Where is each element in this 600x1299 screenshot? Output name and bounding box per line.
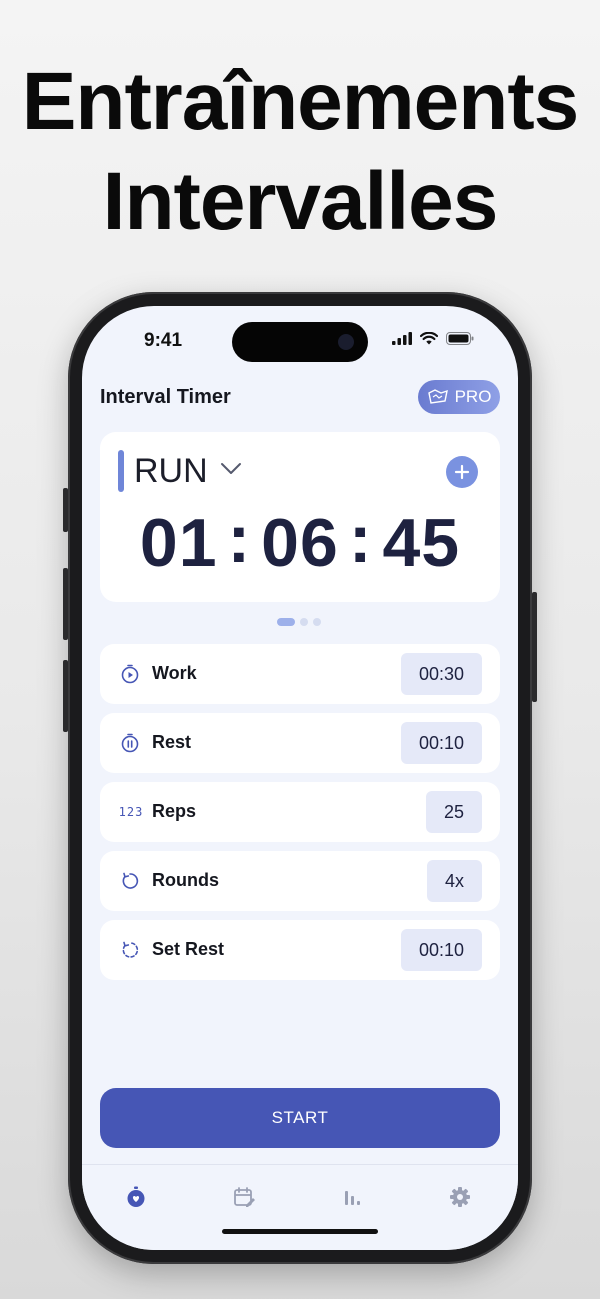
setting-value-rounds[interactable]: 4x (426, 860, 482, 902)
setting-row-rest[interactable]: Rest 00:10 (100, 713, 500, 773)
calendar-edit-icon (234, 1187, 255, 1207)
numbers-icon-text: 123 (118, 805, 144, 819)
phone-screen: 9:41 Interval Timer PRO RUN 01: 06: 45… (82, 306, 518, 1250)
setting-row-rounds[interactable]: Rounds 4x (100, 851, 500, 911)
plus-icon (454, 464, 470, 480)
app-title: Interval Timer (100, 386, 231, 408)
battery-icon (446, 332, 474, 345)
timer-separator: : (348, 501, 373, 577)
chevron-down-icon[interactable] (220, 462, 242, 476)
timer-seconds: 45 (382, 505, 461, 581)
setting-label: Work (152, 663, 197, 683)
volume-up-button (63, 568, 68, 640)
workout-color-bar (118, 450, 124, 492)
numbers-icon: 123 (118, 802, 144, 822)
volume-down-button (63, 660, 68, 732)
timer-minutes: 06 (261, 505, 339, 581)
phone-frame: 9:41 Interval Timer PRO RUN 01: 06: 45… (63, 292, 537, 1264)
setting-value-set-rest[interactable]: 00:10 (400, 929, 482, 971)
wifi-icon (420, 332, 438, 345)
signal-icon (392, 332, 412, 345)
pro-button[interactable]: PRO (418, 380, 500, 414)
status-icons (392, 332, 474, 345)
camera-icon (338, 334, 354, 350)
setting-label: Reps (152, 801, 197, 821)
page-dot[interactable] (313, 618, 321, 626)
add-workout-button[interactable] (446, 456, 478, 488)
tab-calendar[interactable] (232, 1185, 256, 1209)
setting-value-rest[interactable]: 00:10 (400, 722, 482, 764)
setting-value-reps[interactable]: 25 (425, 791, 482, 833)
tab-settings[interactable] (448, 1185, 472, 1209)
interval-settings: Work 00:30 Rest 00:10 123 Reps 25 Rounds… (100, 644, 500, 989)
timer-heart-icon (127, 1186, 145, 1207)
app-header: Interval Timer PRO (100, 370, 500, 420)
dashed-rotate-icon (120, 940, 140, 960)
pause-timer-icon (120, 733, 140, 753)
page-dot[interactable] (300, 618, 308, 626)
setting-label: Rest (152, 732, 192, 752)
setting-row-work[interactable]: Work 00:30 (100, 644, 500, 704)
status-time: 9:41 (144, 330, 183, 351)
start-button[interactable]: START (100, 1088, 500, 1148)
crown-ticket-icon (427, 389, 448, 404)
setting-label: Rounds (152, 870, 219, 890)
gear-icon (450, 1187, 470, 1207)
power-button (532, 592, 537, 702)
headline: Entraînements Intervalles (0, 52, 600, 252)
headline-line-1: Entraînements (21, 56, 580, 147)
home-indicator[interactable] (222, 1229, 378, 1234)
headline-line-2: Intervalles (102, 156, 499, 247)
rotate-icon (120, 871, 140, 891)
pro-label: PRO (454, 387, 492, 406)
tab-bar (82, 1164, 518, 1250)
bar-chart-icon (345, 1191, 360, 1205)
timer-separator: : (227, 501, 252, 577)
timer-card: RUN 01:06:45 (100, 432, 500, 602)
setting-row-set-rest[interactable]: Set Rest 00:10 (100, 920, 500, 980)
setting-row-reps[interactable]: 123 Reps 25 (100, 782, 500, 842)
timer-display: 01:06:45 (100, 501, 500, 582)
play-timer-icon (120, 664, 140, 684)
timer-hours: 01 (139, 505, 218, 581)
setting-value-work[interactable]: 00:30 (400, 653, 482, 695)
page-indicator[interactable] (277, 618, 321, 626)
workout-name[interactable]: RUN (134, 452, 208, 491)
dynamic-island (232, 322, 368, 362)
page-dot[interactable] (277, 618, 295, 626)
setting-label: Set Rest (152, 939, 225, 959)
tab-stats[interactable] (340, 1185, 364, 1209)
mute-switch (63, 488, 68, 532)
status-bar: 9:41 (82, 306, 518, 366)
tab-timer[interactable] (124, 1185, 148, 1209)
